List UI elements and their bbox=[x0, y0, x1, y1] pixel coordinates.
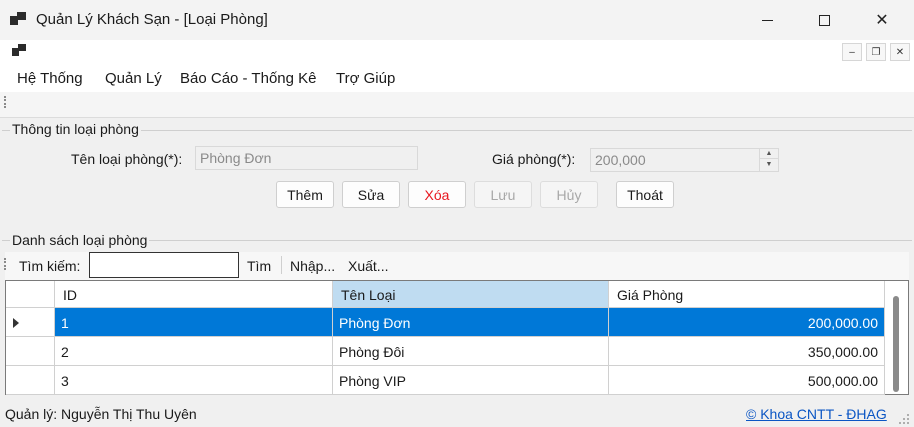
search-label: Tìm kiếm: bbox=[19, 258, 81, 274]
menu-item-he-thong[interactable]: Hệ Thống bbox=[17, 70, 83, 87]
table-cell-price[interactable]: 350,000.00 bbox=[609, 337, 885, 366]
scrollbar-thumb[interactable] bbox=[893, 296, 899, 392]
minimize-icon: – bbox=[849, 46, 855, 58]
search-input[interactable] bbox=[89, 252, 239, 278]
mdi-control-bar bbox=[0, 40, 914, 64]
delete-button[interactable]: Xóa bbox=[408, 181, 466, 208]
menu-item-bao-cao[interactable]: Báo Cáo - Thống Kê bbox=[180, 70, 316, 87]
save-button[interactable]: Lưu bbox=[474, 181, 532, 208]
row-header[interactable] bbox=[6, 337, 55, 366]
menu-item-tro-giup[interactable]: Trợ Giúp bbox=[336, 70, 395, 87]
info-group-title: Thông tin loại phòng bbox=[10, 121, 141, 137]
current-row-arrow-icon bbox=[13, 318, 19, 328]
mdi-restore-button[interactable]: ❐ bbox=[866, 43, 886, 61]
table-cell-price[interactable]: 500,000.00 bbox=[609, 366, 885, 395]
close-button[interactable]: ✕ bbox=[853, 0, 911, 40]
table-cell-price[interactable]: 200,000.00 bbox=[609, 308, 885, 337]
mdi-close-button[interactable]: ✕ bbox=[890, 43, 910, 61]
minimize-button[interactable] bbox=[738, 0, 796, 40]
room-type-name-field[interactable]: Phòng Đơn bbox=[195, 146, 418, 170]
room-price-field[interactable]: 200,000 bbox=[590, 148, 779, 172]
toolstrip bbox=[0, 92, 914, 118]
table-cell-name[interactable]: Phòng Đôi bbox=[333, 337, 609, 366]
table-cell-id[interactable]: 2 bbox=[55, 337, 333, 366]
mdi-child-icon[interactable] bbox=[12, 44, 26, 57]
table-cell-name[interactable]: Phòng VIP bbox=[333, 366, 609, 395]
room-type-name-label: Tên loại phòng(*): bbox=[71, 151, 183, 167]
maximize-icon bbox=[818, 14, 830, 26]
resize-grip-icon[interactable] bbox=[898, 413, 910, 425]
price-spinner[interactable]: ▲ ▼ bbox=[759, 148, 778, 172]
spin-up-icon[interactable]: ▲ bbox=[760, 148, 778, 159]
edit-button[interactable]: Sửa bbox=[342, 181, 400, 208]
app-icon bbox=[10, 12, 26, 26]
close-icon: ✕ bbox=[875, 12, 889, 29]
exit-button[interactable]: Thoát bbox=[616, 181, 674, 208]
toolbar-separator bbox=[281, 256, 282, 274]
room-price-label: Giá phòng(*): bbox=[492, 151, 576, 167]
menu-item-quan-ly[interactable]: Quản Lý bbox=[105, 70, 162, 87]
spin-down-icon[interactable]: ▼ bbox=[760, 159, 778, 170]
search-button[interactable]: Tìm bbox=[247, 258, 271, 274]
row-header[interactable] bbox=[6, 366, 55, 395]
close-icon: ✕ bbox=[895, 46, 905, 58]
restore-icon: ❐ bbox=[871, 46, 881, 58]
table-cell-id[interactable]: 3 bbox=[55, 366, 333, 395]
table-cell-id[interactable]: 1 bbox=[55, 308, 333, 337]
footer-link[interactable]: © Khoa CNTT - ĐHAG bbox=[746, 406, 887, 422]
table-cell-name[interactable]: Phòng Đơn bbox=[333, 308, 609, 337]
toolstrip-grip[interactable] bbox=[4, 96, 7, 108]
column-header-price[interactable]: Giá Phòng bbox=[609, 281, 885, 308]
mdi-minimize-button[interactable]: – bbox=[842, 43, 862, 61]
export-button[interactable]: Xuất... bbox=[348, 258, 388, 274]
maximize-button[interactable] bbox=[795, 0, 853, 40]
import-button[interactable]: Nhập... bbox=[290, 258, 335, 274]
minimize-icon bbox=[761, 19, 773, 21]
grid-corner-header[interactable] bbox=[6, 281, 55, 308]
column-header-id[interactable]: ID bbox=[55, 281, 333, 308]
cancel-button[interactable]: Hủy bbox=[540, 181, 598, 208]
search-toolbar-grip[interactable] bbox=[4, 258, 7, 270]
status-user: Quản lý: Nguyễn Thị Thu Uyên bbox=[5, 406, 197, 422]
window-title: Quản Lý Khách Sạn - [Loại Phòng] bbox=[36, 11, 268, 28]
list-group-title: Danh sách loại phòng bbox=[10, 232, 150, 248]
column-header-name[interactable]: Tên Loại bbox=[333, 281, 609, 308]
add-button[interactable]: Thêm bbox=[276, 181, 334, 208]
